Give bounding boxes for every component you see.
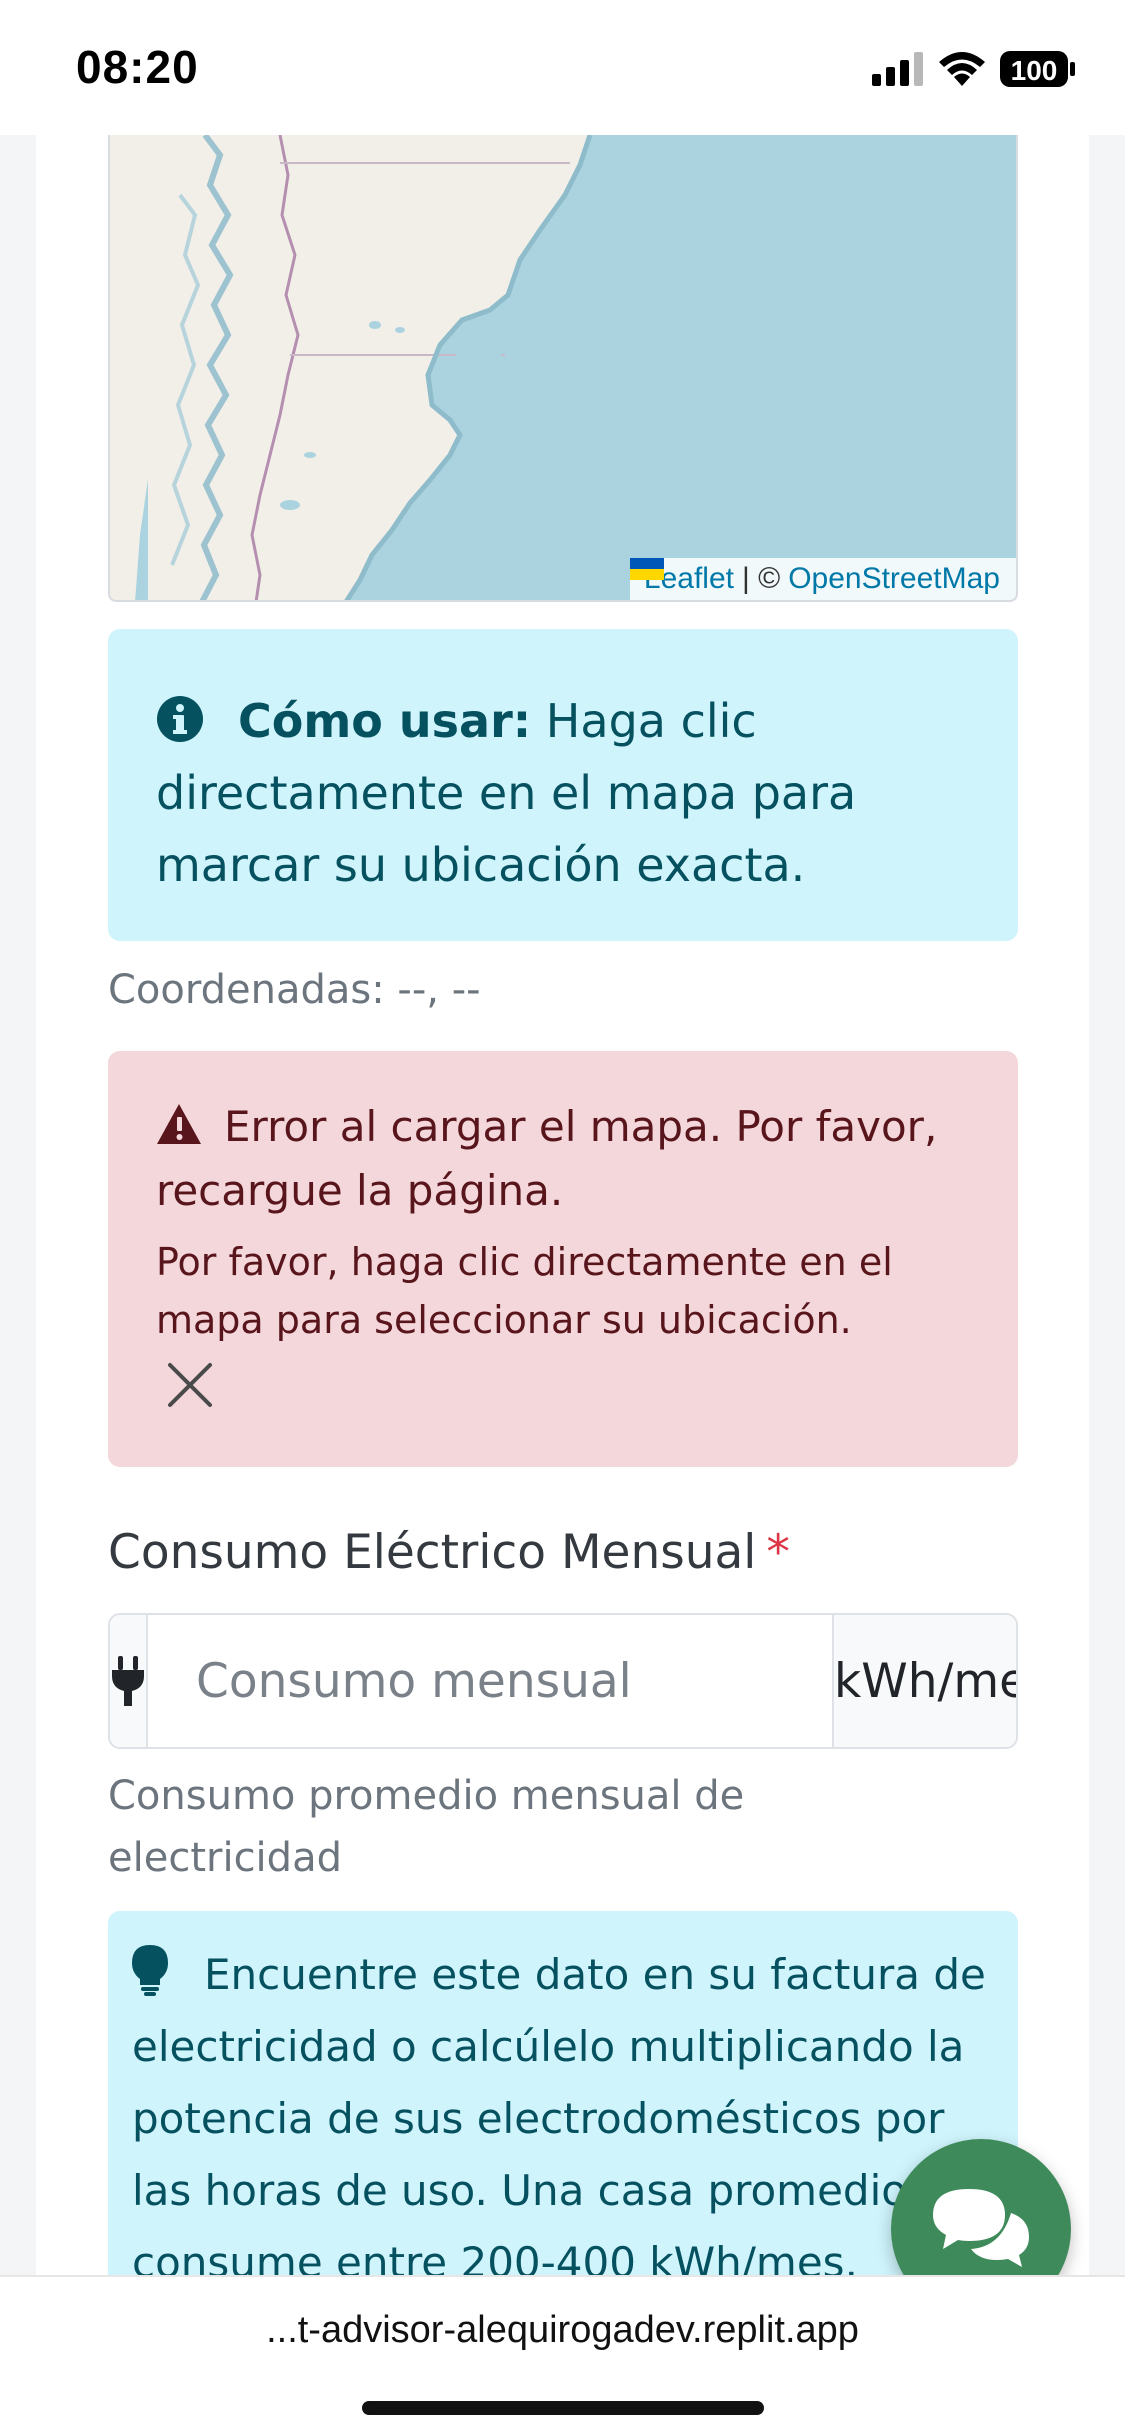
info-alert: Cómo usar: Haga clic directamente en el … xyxy=(108,629,1018,941)
coordinates-readout: Coordenadas: --, -- xyxy=(108,967,481,1013)
page-gutter-left xyxy=(0,135,36,2275)
home-indicator[interactable] xyxy=(362,2401,764,2415)
tip-alert-text: Encuentre este dato en su factura de ele… xyxy=(132,1950,986,2275)
map-tiles[interactable] xyxy=(110,135,1018,602)
attribution-separator: | © xyxy=(741,562,781,595)
error-alert: Error al cargar el mapa. Por favor, reca… xyxy=(108,1051,1018,1467)
info-circle-icon xyxy=(157,696,203,742)
consumption-input[interactable] xyxy=(148,1615,832,1747)
warning-triangle-icon xyxy=(157,1104,201,1144)
status-bar: 08:20 100 xyxy=(0,0,1125,135)
battery-level: 100 xyxy=(1011,55,1058,86)
status-time: 08:20 xyxy=(76,41,199,93)
error-alert-title: Error al cargar el mapa. Por favor, reca… xyxy=(156,1102,938,1215)
ukraine-flag-icon xyxy=(629,558,664,580)
location-map[interactable]: Leaflet | © OpenStreetMap xyxy=(108,135,1018,602)
page-gutter-right xyxy=(1089,135,1125,2275)
error-alert-title-row: Error al cargar el mapa. Por favor, reca… xyxy=(156,1095,970,1223)
consumption-label-text: Consumo Eléctrico Mensual xyxy=(108,1525,757,1580)
consumption-label: Consumo Eléctrico Mensual * xyxy=(108,1525,790,1580)
required-marker: * xyxy=(766,1525,790,1580)
consumption-prefix xyxy=(110,1615,148,1747)
openstreetmap-link[interactable]: OpenStreetMap xyxy=(788,562,1000,596)
chat-bubbles-icon xyxy=(933,2189,1029,2267)
signal-icon xyxy=(872,52,923,86)
consumption-unit: kWh/mes xyxy=(832,1615,1016,1747)
page-content[interactable]: Leaflet | © OpenStreetMap Cómo usar: Hag… xyxy=(36,135,1089,2275)
map-attribution: Leaflet | © OpenStreetMap xyxy=(629,558,1016,600)
error-alert-detail: Por favor, haga clic directamente en el … xyxy=(156,1240,893,1342)
url-text[interactable]: ...t-advisor-alequirogadev.replit.app xyxy=(0,2309,1125,2352)
info-alert-heading: Cómo usar: xyxy=(238,694,532,748)
browser-url-bar[interactable]: ...t-advisor-alequirogadev.replit.app xyxy=(0,2275,1125,2436)
wifi-icon xyxy=(939,52,985,86)
lightbulb-icon xyxy=(132,1945,168,1996)
close-icon[interactable] xyxy=(164,1359,216,1411)
plug-icon xyxy=(112,1656,144,1706)
battery-icon: 100 xyxy=(1000,51,1075,87)
consumption-input-group: kWh/mes xyxy=(108,1613,1018,1749)
consumption-help: Consumo promedio mensual de electricidad xyxy=(108,1773,745,1881)
tip-alert: Encuentre este dato en su factura de ele… xyxy=(108,1911,1018,2275)
